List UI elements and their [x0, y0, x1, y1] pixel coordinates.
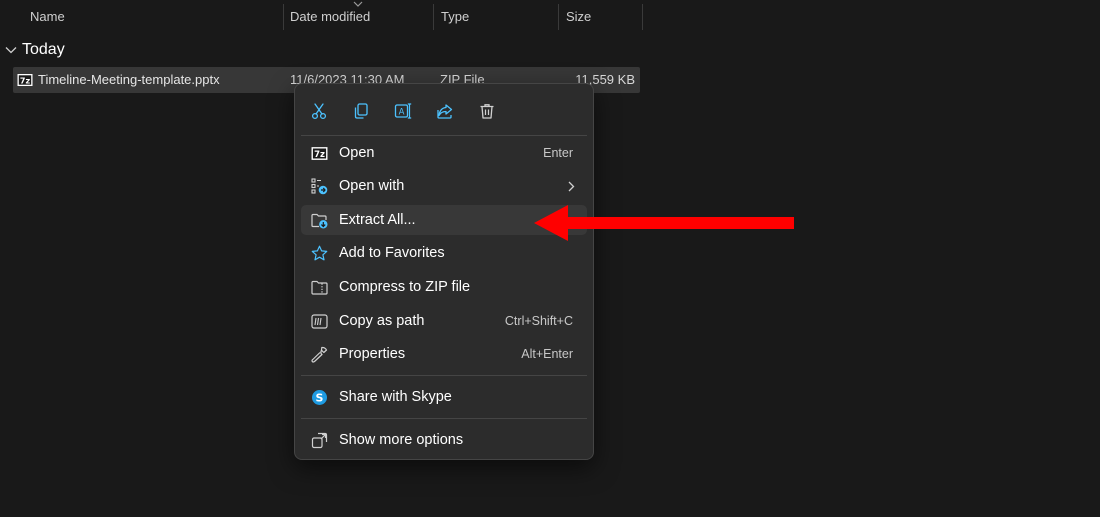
- svg-text:7z: 7z: [20, 76, 31, 85]
- column-header-date-modified[interactable]: Date modified: [282, 0, 432, 34]
- chevron-right-icon: [568, 181, 575, 192]
- trash-icon: [480, 104, 494, 119]
- menu-divider: [301, 375, 587, 376]
- menu-item-label: Open: [339, 145, 375, 161]
- extract-folder-icon: [311, 213, 328, 229]
- wrench-icon: [311, 346, 328, 363]
- group-header-today[interactable]: Today: [4, 38, 65, 62]
- column-divider[interactable]: [642, 4, 643, 30]
- 7z-archive-icon: 7z: [311, 147, 328, 160]
- skype-icon: S: [312, 390, 327, 405]
- star-icon: [311, 245, 328, 261]
- menu-item-label: Show more options: [339, 432, 464, 448]
- context-menu-toolbar: A: [295, 92, 593, 126]
- context-menu: A 7z Open Enter Open with Extract All...…: [294, 83, 594, 460]
- menu-item-properties[interactable]: Properties Alt+Enter: [301, 339, 587, 369]
- menu-item-show-more-options[interactable]: Show more options: [301, 425, 587, 455]
- cut-button[interactable]: [304, 96, 334, 126]
- red-arrow-pointer-icon: [534, 205, 794, 241]
- column-header-row: Name Date modified Type Size: [0, 0, 650, 34]
- svg-text:7z: 7z: [314, 150, 325, 160]
- menu-item-shortcut: Alt+Enter: [521, 347, 573, 361]
- column-header-type[interactable]: Type: [433, 0, 558, 34]
- menu-item-label: Compress to ZIP file: [339, 279, 471, 295]
- 7z-archive-icon: 7z: [17, 74, 33, 86]
- menu-item-shortcut: Ctrl+Shift+C: [504, 314, 573, 328]
- scissors-icon: [311, 103, 327, 120]
- menu-item-label: Share with Skype: [339, 389, 452, 405]
- menu-divider: [301, 135, 587, 136]
- menu-item-label: Add to Favorites: [339, 245, 445, 261]
- menu-item-label: Copy as path: [339, 313, 425, 329]
- group-label: Today: [22, 41, 65, 58]
- file-explorer-window: Name Date modified Type Size Today 7z Ti…: [0, 0, 1100, 517]
- share-icon: [437, 104, 453, 119]
- share-button[interactable]: [430, 96, 460, 126]
- copy-icon: [354, 103, 368, 119]
- rename-button[interactable]: A: [388, 96, 418, 126]
- more-options-icon: [311, 432, 328, 449]
- menu-divider: [301, 418, 587, 419]
- svg-text:S: S: [316, 391, 324, 404]
- rename-icon: A: [394, 103, 412, 119]
- open-with-icon: [311, 178, 328, 195]
- copy-path-icon: [311, 314, 328, 329]
- menu-item-compress-to-zip[interactable]: Compress to ZIP file: [301, 272, 587, 302]
- file-name: Timeline-Meeting-template.pptx: [38, 72, 220, 87]
- menu-item-open[interactable]: 7z Open Enter: [301, 138, 587, 168]
- svg-text:A: A: [399, 108, 405, 118]
- zip-folder-icon: [311, 280, 328, 295]
- menu-item-label: Extract All...: [339, 212, 416, 228]
- menu-item-open-with[interactable]: Open with: [301, 171, 587, 201]
- menu-item-label: Properties: [339, 346, 406, 362]
- delete-button[interactable]: [472, 96, 502, 126]
- copy-button[interactable]: [346, 96, 376, 126]
- chevron-down-icon[interactable]: [4, 43, 18, 57]
- menu-item-label: Open with: [339, 178, 405, 194]
- column-header-size[interactable]: Size: [558, 0, 642, 34]
- column-header-name[interactable]: Name: [22, 0, 280, 34]
- menu-item-copy-as-path[interactable]: Copy as path Ctrl+Shift+C: [301, 306, 587, 336]
- menu-item-share-with-skype[interactable]: S Share with Skype: [301, 382, 587, 412]
- menu-item-shortcut: Enter: [543, 146, 573, 160]
